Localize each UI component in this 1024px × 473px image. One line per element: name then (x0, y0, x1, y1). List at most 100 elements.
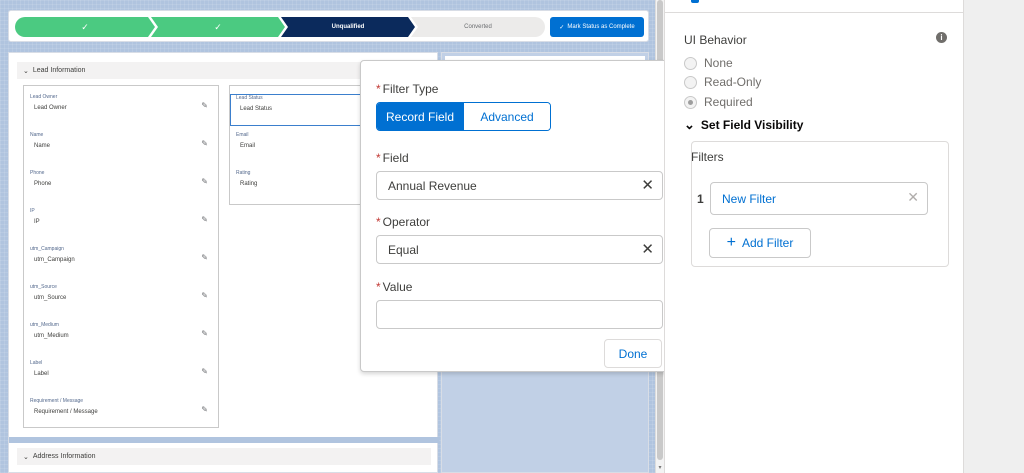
field-utm-medium[interactable]: utm_Medium utm_Medium ✎ (28, 322, 214, 354)
filter-type-toggle: Record Field Advanced (376, 102, 551, 131)
field-value: Annual Revenue (388, 179, 477, 193)
field-utm-campaign[interactable]: utm_Campaign utm_Campaign ✎ (28, 246, 214, 278)
info-icon[interactable]: i (936, 32, 947, 43)
radio-button[interactable] (684, 95, 697, 109)
field-name[interactable]: Name Name ✎ (28, 132, 214, 164)
done-button[interactable]: Done (604, 339, 662, 368)
field-utm-source[interactable]: utm_Source utm_Source ✎ (28, 284, 214, 316)
field-requirement-message[interactable]: Requirement / Message Requirement / Mess… (28, 398, 214, 430)
field-label: Lead Owner (30, 94, 58, 100)
field-column-1: Lead Owner Lead Owner ✎ Name Name ✎ Phon… (23, 85, 219, 428)
label-text: Field (382, 151, 409, 165)
radio-button[interactable] (684, 75, 697, 89)
field-combobox[interactable]: Annual Revenue ✕ (376, 171, 663, 200)
advanced-option[interactable]: Advanced (463, 103, 550, 130)
radio-label: None (704, 56, 733, 70)
path-stage-3[interactable]: Unqualified (281, 17, 415, 37)
edit-icon[interactable]: ✎ (201, 177, 208, 186)
add-filter-button[interactable]: + Add Filter (709, 228, 811, 258)
field-label: Name (30, 132, 44, 138)
filter-name[interactable]: New Filter (722, 192, 776, 206)
radio-none[interactable]: None (684, 56, 733, 70)
field-label: IP (30, 208, 35, 214)
scroll-down-icon[interactable]: ▾ (656, 464, 664, 471)
chevron-down-icon: ⌄ (684, 117, 695, 132)
field-value: Requirement / Message (34, 409, 98, 415)
field-value: utm_Campaign (34, 257, 75, 263)
mark-status-label: Mark Status as Complete (567, 24, 635, 30)
field-phone[interactable]: Phone Phone ✎ (28, 170, 214, 202)
field-value: Lead Owner (34, 105, 67, 111)
field-value: Lead Status (240, 106, 273, 112)
edit-icon[interactable]: ✎ (201, 291, 208, 300)
field-label-field[interactable]: Label Label ✎ (28, 360, 214, 392)
field-label: utm_Source (30, 284, 57, 290)
properties-header (665, 0, 964, 13)
set-field-visibility-toggle[interactable]: ⌄ Set Field Visibility (684, 117, 803, 133)
field-label: Requirement / Message (30, 398, 84, 404)
edit-icon[interactable]: ✎ (201, 329, 208, 338)
clear-icon[interactable]: ✕ (641, 176, 654, 194)
label-text: Operator (382, 215, 431, 229)
radio-button[interactable] (684, 56, 697, 70)
operator-label: * Operator (376, 215, 430, 229)
field-column-2: Lead Status Lead Status Email Email Rati… (229, 85, 366, 205)
operator-combobox[interactable]: Equal ✕ (376, 235, 663, 264)
radio-label: Required (704, 95, 753, 109)
required-marker: * (376, 215, 381, 229)
value-input[interactable] (376, 300, 663, 329)
plus-icon: + (726, 234, 736, 251)
mark-status-complete-button[interactable]: ✓ Mark Status as Complete (550, 17, 644, 37)
edit-icon[interactable]: ✎ (201, 405, 208, 414)
field-value: utm_Medium (34, 333, 69, 339)
filter-index: 1 (697, 192, 704, 206)
section-title: Lead Information (32, 67, 86, 74)
clear-icon[interactable]: ✕ (641, 240, 654, 258)
check-icon: ✓ (81, 21, 89, 32)
edit-icon[interactable]: ✎ (201, 253, 208, 262)
path-stage-label: Unqualified (331, 24, 365, 30)
filter-pill[interactable]: New Filter ✕ (710, 182, 928, 215)
field-label: Label (30, 360, 43, 366)
section-divider (9, 437, 439, 443)
close-icon[interactable]: ✕ (907, 189, 919, 206)
label-text: Value (382, 280, 413, 294)
edit-icon[interactable]: ✎ (201, 101, 208, 110)
field-email[interactable]: Email Email (234, 132, 360, 164)
edit-icon[interactable]: ✎ (201, 215, 208, 224)
field-value: Name (34, 143, 51, 149)
field-label: Lead Status (236, 95, 263, 101)
status-path-card: ✓ ✓ Unqualified Converted ✓ Mark Status … (8, 10, 649, 42)
field-label: * Field (376, 151, 409, 165)
field-value: Rating (240, 181, 258, 187)
add-filter-label: Add Filter (741, 236, 794, 250)
field-label: Email (236, 132, 249, 138)
label-text: Filter Type (382, 82, 439, 96)
filters-label: Filters (691, 150, 724, 164)
field-ip[interactable]: IP IP ✎ (28, 208, 214, 240)
field-label: Rating (236, 170, 251, 176)
required-marker: * (376, 82, 381, 96)
path-stage-4[interactable]: Converted (411, 17, 545, 37)
field-rating[interactable]: Rating Rating (234, 170, 360, 202)
radio-read-only[interactable]: Read-Only (684, 75, 761, 89)
edit-icon[interactable]: ✎ (201, 367, 208, 376)
chevron-down-icon: ⌄ (23, 67, 29, 75)
right-gutter (963, 0, 1024, 473)
address-information-header[interactable]: ⌄ Address Information (17, 448, 431, 465)
section-title: Address Information (32, 453, 96, 460)
required-marker: * (376, 151, 381, 165)
record-field-option[interactable]: Record Field (377, 103, 463, 130)
edit-icon[interactable]: ✎ (201, 139, 208, 148)
field-label: utm_Medium (30, 322, 59, 328)
field-lead-status[interactable]: Lead Status Lead Status (230, 94, 366, 126)
field-value: IP (34, 219, 40, 225)
field-label: Phone (30, 170, 45, 176)
path-stage-1[interactable]: ✓ (15, 17, 155, 37)
radio-required[interactable]: Required (684, 95, 753, 109)
visibility-label: Set Field Visibility (700, 118, 804, 132)
field-lead-owner[interactable]: Lead Owner Lead Owner ✎ (28, 94, 214, 126)
value-label: * Value (376, 280, 412, 294)
chevron-down-icon: ⌄ (23, 453, 29, 461)
path-stage-2[interactable]: ✓ (151, 17, 285, 37)
